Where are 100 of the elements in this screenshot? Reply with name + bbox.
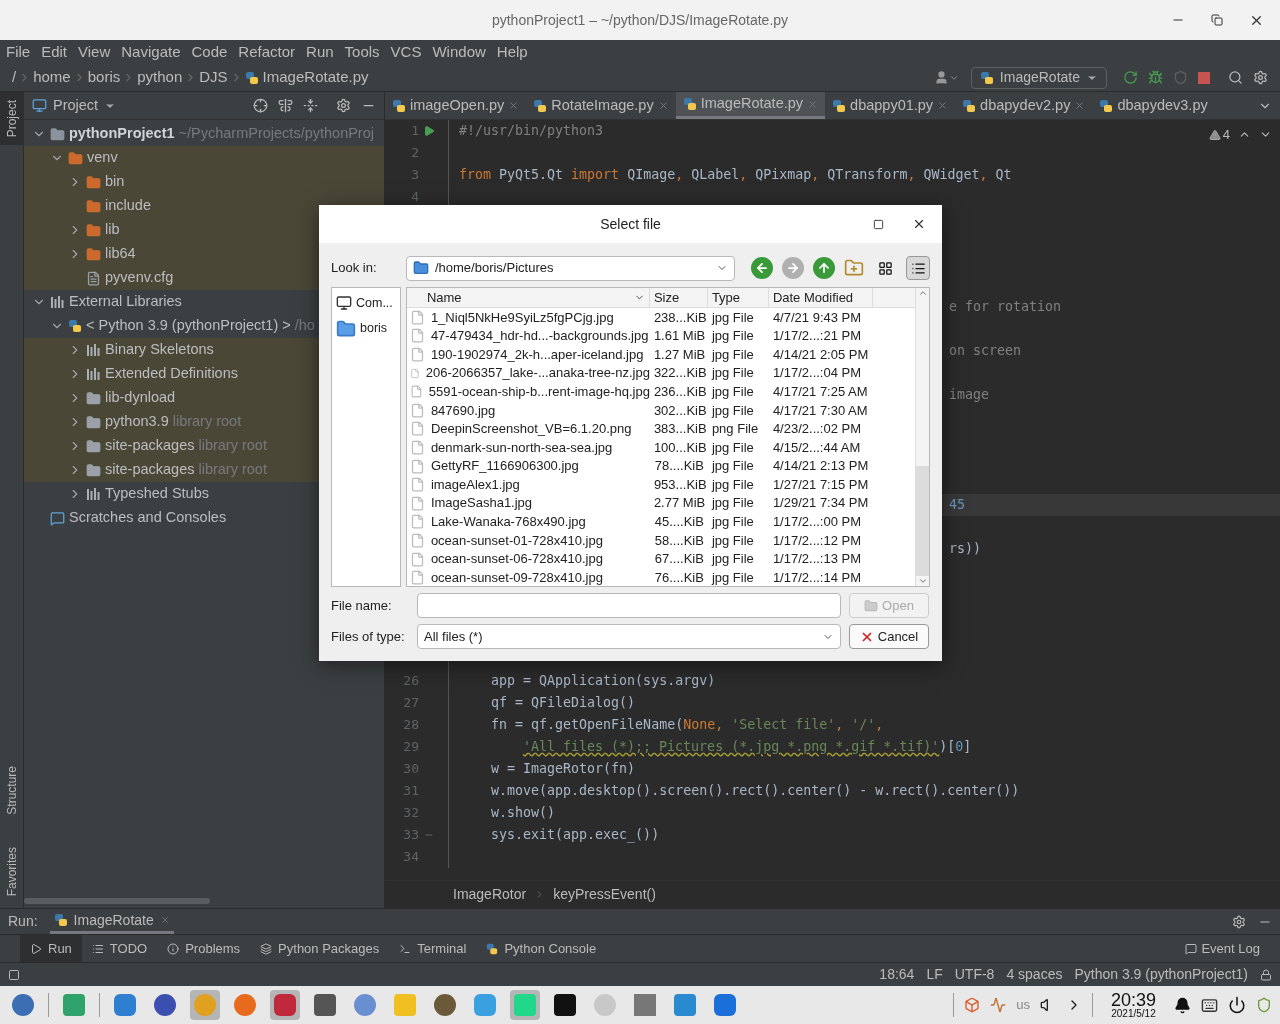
tree-item[interactable]: Typeshed Stubs <box>24 482 384 506</box>
tree-item[interactable]: bin <box>24 170 384 194</box>
keyboard-layout[interactable]: us <box>1016 995 1030 1015</box>
restore-icon[interactable] <box>1211 14 1223 26</box>
menu-item[interactable]: Navigate <box>121 40 181 64</box>
tray-icon[interactable] <box>1256 997 1272 1013</box>
file-row[interactable]: ImageSasha1.jpg 2.77 MiB jpg File 1/29/21 7:34 PM <box>406 493 915 513</box>
keyboard-icon[interactable] <box>1201 996 1218 1014</box>
look-in-combo[interactable]: /home/boris/Pictures <box>405 255 735 281</box>
tool-tab[interactable]: TODO <box>81 935 158 962</box>
event-log-button[interactable]: Event Log <box>1185 938 1260 959</box>
breadcrumb-item[interactable]: ImageRotate.py <box>262 66 369 89</box>
file-row[interactable]: 847690.jpg 302...KiB jpg File 4/17/21 7:30 AM <box>406 400 915 420</box>
place-item[interactable]: Com... <box>336 294 396 313</box>
back-button[interactable] <box>751 257 773 279</box>
power-icon[interactable] <box>1228 996 1246 1014</box>
rerun-icon[interactable] <box>1123 70 1138 85</box>
file-name-field[interactable] <box>417 593 841 618</box>
tool-window-tab[interactable]: Project <box>0 92 24 146</box>
breadcrumb-item[interactable]: / <box>12 66 17 89</box>
file-row[interactable]: DeepinScreenshot_VB=6.1.20.png 383...KiB png File 4/23/2...:02 PM <box>406 419 915 439</box>
editor-tab[interactable]: dbapydev3.py <box>1092 92 1215 119</box>
tray-icon[interactable] <box>964 997 981 1013</box>
tool-tab[interactable]: Python Packages <box>250 935 390 962</box>
file-row[interactable]: ocean-sunset-09-728x410.jpg 76....KiB jpg File 1/17/2...:14 PM <box>406 568 915 586</box>
detail-view-button[interactable] <box>906 256 930 280</box>
tool-tab[interactable]: Python Console <box>476 935 607 962</box>
tree-item[interactable]: Scratches and Consoles <box>24 506 384 530</box>
file-row[interactable]: imageAlex1.jpg 953...KiB jpg File 1/27/21 7:15 PM <box>406 475 915 494</box>
column-header[interactable]: Type <box>707 288 769 307</box>
status-item[interactable]: UTF-8 <box>954 964 995 985</box>
file-type-combo[interactable]: All files (*) <box>417 624 841 649</box>
tree-item[interactable]: pythonProject1 ~/PycharmProjects/pythonProj <box>24 122 384 146</box>
debug-icon[interactable] <box>1148 70 1163 85</box>
file-row[interactable]: denmark-sun-north-sea-sea.jpg 100...KiB jpg File 4/15/2...:44 AM <box>406 438 915 457</box>
menu-item[interactable]: File <box>6 40 31 64</box>
new-folder-icon[interactable] <box>844 258 864 278</box>
file-row[interactable]: 1_Niql5NkHe9SyiLz5fgPCjg.jpg 238...KiB jpg File 4/7/21 9:43 PM <box>406 308 915 327</box>
tool-window-tab[interactable]: Favorites <box>0 838 24 904</box>
panel-title[interactable]: Project <box>53 94 99 117</box>
file-row[interactable]: ocean-sunset-06-728x410.jpg 67....KiB jpg File 1/17/2...:13 PM <box>406 549 915 569</box>
tool-window-tab[interactable]: Structure <box>0 757 24 823</box>
tool-tab[interactable]: Terminal <box>389 935 477 962</box>
settings-icon[interactable] <box>1253 70 1268 85</box>
column-header[interactable]: Size <box>649 288 708 307</box>
file-row[interactable]: Lake-Wanaka-768x490.jpg 45....KiB jpg File 1/17/2...:00 PM <box>406 512 915 532</box>
file-row[interactable]: GettyRF_1166906300.jpg 78....KiB jpg File 4/14/21 2:13 PM <box>406 456 915 476</box>
cancel-button[interactable]: Cancel <box>849 624 929 649</box>
menu-item[interactable]: VCS <box>390 40 422 64</box>
up-button[interactable] <box>813 257 835 279</box>
collapse-all-icon[interactable] <box>303 98 318 113</box>
warning-count[interactable]: 4 <box>1208 125 1230 145</box>
file-row[interactable]: 5591-ocean-ship-b...rent-image-hq.jpg 236...KiB jpg File 4/17/21 7:25 AM <box>406 382 915 401</box>
tool-tab[interactable]: Run <box>20 935 82 962</box>
status-item[interactable]: LF <box>926 964 943 985</box>
settings-icon[interactable] <box>1232 914 1246 929</box>
breadcrumb-item[interactable]: boris <box>87 66 121 89</box>
place-item[interactable]: boris <box>336 318 396 339</box>
stop-icon[interactable] <box>1198 71 1210 84</box>
tray-icon[interactable] <box>990 997 1007 1013</box>
breadcrumb-item[interactable]: home <box>33 66 71 89</box>
lock-icon[interactable] <box>1260 968 1272 981</box>
tree-item[interactable]: include <box>24 194 384 218</box>
run-config-combo[interactable]: ImageRotate <box>970 66 1107 89</box>
column-header[interactable]: Date Modified <box>768 288 873 307</box>
editor-tab[interactable]: dbapydev2.py <box>955 92 1093 119</box>
file-row[interactable]: 190-1902974_2k-h...aper-iceland.jpg 1.27 MiB jpg File 4/14/21 2:05 PM <box>406 345 915 364</box>
maximize-icon[interactable] <box>873 218 884 230</box>
status-item[interactable]: 18:64 <box>879 964 915 985</box>
tree-item[interactable]: venv <box>24 146 384 170</box>
scroll-down-icon[interactable] <box>917 576 928 586</box>
menu-item[interactable]: View <box>78 40 111 64</box>
menu-item[interactable]: Help <box>496 40 528 64</box>
breadcrumb-item[interactable]: ImageRotor <box>453 884 527 905</box>
status-item[interactable]: Python 3.9 (pythonProject1) <box>1074 964 1248 985</box>
layout-icon[interactable] <box>8 968 20 981</box>
scroll-up-icon[interactable] <box>917 288 928 298</box>
editor-tab[interactable]: imageOpen.py <box>385 92 527 119</box>
breadcrumb-item[interactable]: keyPressEvent() <box>553 884 656 905</box>
menu-item[interactable]: Tools <box>344 40 380 64</box>
settings-icon[interactable] <box>336 98 351 113</box>
run-icon[interactable] <box>423 125 435 137</box>
user-menu-button[interactable] <box>933 70 959 85</box>
search-icon[interactable] <box>1228 70 1243 85</box>
breadcrumb-item[interactable]: python <box>137 66 183 89</box>
editor-tab[interactable]: ImageRotate.py <box>675 92 826 119</box>
menu-item[interactable]: Refactor <box>238 40 296 64</box>
tool-tab[interactable]: Problems <box>157 935 251 962</box>
clock[interactable]: 20:39 2021/5/12 <box>1102 991 1164 1019</box>
menu-item[interactable]: Edit <box>41 40 68 64</box>
status-item[interactable]: 4 spaces <box>1006 964 1063 985</box>
expand-all-icon[interactable] <box>278 98 293 113</box>
notification-icon[interactable] <box>1174 996 1191 1014</box>
breadcrumb-item[interactable]: DJS <box>199 66 228 89</box>
column-header[interactable]: Name <box>406 288 650 307</box>
menu-item[interactable]: Window <box>432 40 486 64</box>
file-row[interactable]: ocean-sunset-01-728x410.jpg 58....KiB jpg File 1/17/2...:12 PM <box>406 531 915 550</box>
editor-tab[interactable]: RotateImage.py <box>526 92 676 119</box>
scrollbar-thumb[interactable] <box>916 466 929 576</box>
file-row[interactable]: 47-479434_hdr-hd...-backgrounds.jpg 1.61 MiB jpg File 1/17/2...:21 PM <box>406 326 915 346</box>
